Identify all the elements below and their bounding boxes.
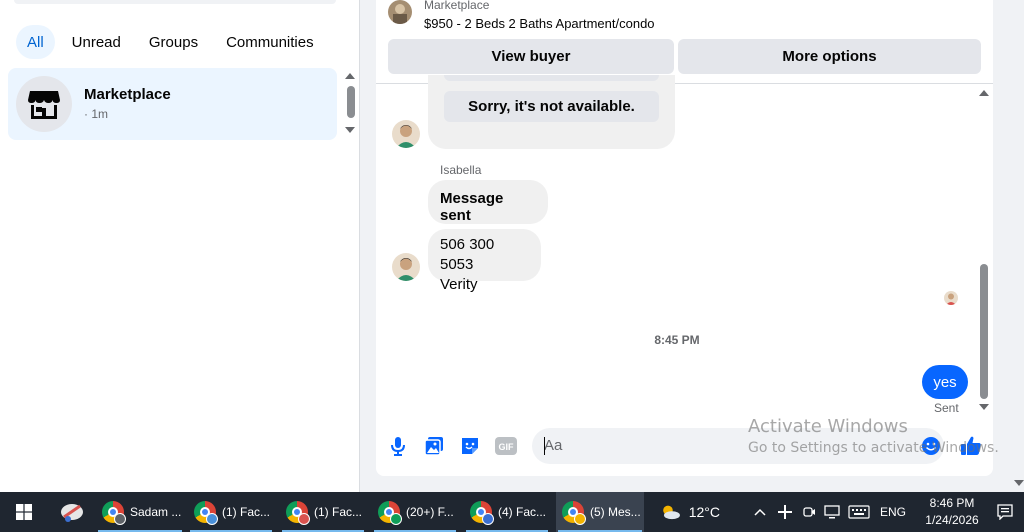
scroll-down-arrow-icon[interactable] — [345, 127, 355, 133]
weather-cloud-icon — [663, 505, 680, 520]
profile-icon — [206, 513, 218, 525]
quick-reply-bubble: Sorry, it's not available. — [428, 75, 675, 149]
message-status: Sent — [934, 401, 959, 415]
message-input-box[interactable] — [532, 428, 944, 464]
thumbs-up-icon[interactable] — [960, 435, 982, 457]
listing-title[interactable]: $950 - 2 Beds 2 Baths Apartment/condo — [424, 16, 655, 31]
filter-groups[interactable]: Groups — [138, 25, 209, 59]
chat-item-time: · 1m — [84, 107, 108, 121]
taskbar-window-label: Sadam ... — [130, 505, 182, 519]
taskbar-chrome-window[interactable]: Sadam ... — [96, 492, 184, 532]
profile-icon — [114, 513, 126, 525]
previous-option-edge — [444, 75, 659, 81]
conversation-scroll-thumb[interactable] — [980, 264, 988, 399]
message-bubble[interactable]: Message sent — [428, 180, 548, 224]
emoji-icon[interactable] — [920, 435, 942, 457]
profile-icon — [298, 513, 310, 525]
sticker-icon[interactable] — [459, 435, 481, 457]
clock-time: 8:46 PM — [929, 496, 975, 510]
pinned-app-icon[interactable] — [56, 492, 88, 532]
sidebar-scrollbar[interactable] — [344, 70, 356, 138]
weather-widget[interactable]: 12°C — [660, 492, 720, 532]
taskbar-chrome-window[interactable]: (4) Fac... — [464, 492, 550, 532]
message-input[interactable] — [544, 437, 904, 454]
message-timestamp: 8:45 PM — [654, 333, 700, 347]
gif-icon[interactable]: GIF — [495, 435, 517, 457]
buyer-avatar[interactable] — [392, 253, 420, 281]
message-bubble-phone[interactable]: 506 300 5053 Verity — [428, 229, 541, 293]
profile-icon — [390, 513, 402, 525]
read-receipt-avatar — [944, 291, 958, 305]
sidebar-scroll-thumb[interactable] — [347, 86, 355, 118]
conversation-scrollbar[interactable] — [978, 88, 990, 414]
network-icon[interactable] — [822, 492, 842, 532]
system-tray: 12°C ENG 8:46 PM 1/24/2026 — [630, 492, 1024, 532]
windows-start-icon[interactable] — [0, 492, 48, 532]
clock[interactable]: 8:46 PM 1/24/2026 — [912, 492, 992, 532]
weather-temperature: 12°C — [688, 504, 720, 520]
text-cursor — [544, 437, 545, 455]
quick-reply-option[interactable]: Sorry, it's not available. — [444, 91, 659, 122]
taskbar-chrome-window[interactable]: (20+) F... — [372, 492, 458, 532]
more-options-button[interactable]: More options — [678, 39, 981, 74]
clock-date: 1/24/2026 — [925, 513, 979, 527]
filter-unread[interactable]: Unread — [61, 25, 132, 59]
profile-icon — [574, 513, 586, 525]
window-scroll-down-arrow-icon[interactable] — [1014, 480, 1024, 486]
taskbar-window-label: (4) Fac... — [498, 505, 547, 519]
sender-name: Isabella — [440, 163, 482, 177]
chrome-icon — [102, 501, 126, 525]
scroll-up-arrow-icon[interactable] — [979, 90, 989, 96]
message-text-phone: 506 300 5053 — [440, 236, 495, 273]
filter-communities[interactable]: Communities — [215, 25, 325, 59]
taskbar-chrome-window[interactable]: (1) Fac... — [188, 492, 274, 532]
chat-item-name: Marketplace — [84, 86, 171, 103]
chat-list-sidebar: All Unread Groups Communities Marketplac… — [0, 0, 360, 492]
my-message-bubble[interactable]: yes — [922, 365, 968, 399]
listing-source: Marketplace — [424, 0, 490, 12]
message-list: Sorry, it's not available. Isabella Mess… — [376, 75, 993, 415]
storefront-icon — [16, 76, 72, 132]
plus-icon[interactable] — [776, 492, 794, 532]
chrome-icon — [378, 501, 402, 525]
conversation-panel: Marketplace $950 - 2 Beds 2 Baths Apartm… — [376, 0, 993, 476]
language-indicator[interactable]: ENG — [876, 492, 910, 532]
taskbar-window-label: (1) Fac... — [314, 505, 363, 519]
chat-item-marketplace[interactable]: Marketplace · 1m — [8, 68, 337, 140]
buyer-avatar[interactable] — [392, 120, 420, 148]
taskbar-window-label: (20+) F... — [406, 505, 454, 519]
photo-icon[interactable] — [423, 435, 445, 457]
taskbar-window-label: (1) Fac... — [222, 505, 271, 519]
chrome-icon — [562, 501, 586, 525]
microphone-icon[interactable] — [387, 435, 409, 457]
chrome-icon — [470, 501, 494, 525]
listing-thumbnail[interactable] — [388, 0, 412, 24]
message-composer: GIF — [376, 425, 993, 469]
gif-icon-text: GIF — [499, 442, 515, 452]
marketplace-listing-header: Marketplace $950 - 2 Beds 2 Baths Apartm… — [376, 0, 993, 84]
message-text-name: Verity — [440, 276, 478, 293]
filter-all[interactable]: All — [16, 25, 55, 59]
scroll-down-arrow-icon[interactable] — [979, 404, 989, 410]
chrome-icon — [286, 501, 310, 525]
meet-now-icon[interactable] — [800, 492, 818, 532]
search-box-edge[interactable] — [14, 0, 336, 4]
keyboard-icon[interactable] — [846, 492, 872, 532]
chrome-icon — [194, 501, 218, 525]
profile-icon — [482, 513, 494, 525]
view-buyer-button[interactable]: View buyer — [388, 39, 674, 74]
scroll-up-arrow-icon[interactable] — [345, 73, 355, 79]
notification-center-icon[interactable] — [990, 492, 1020, 532]
chat-filter-tabs: All Unread Groups Communities — [16, 25, 325, 59]
taskbar-chrome-window[interactable]: (1) Fac... — [280, 492, 366, 532]
windows-taskbar: Sadam ... (1) Fac... (1) Fac... (20+) F.… — [0, 492, 1024, 532]
show-hidden-icons-chevron-icon[interactable] — [752, 492, 768, 532]
